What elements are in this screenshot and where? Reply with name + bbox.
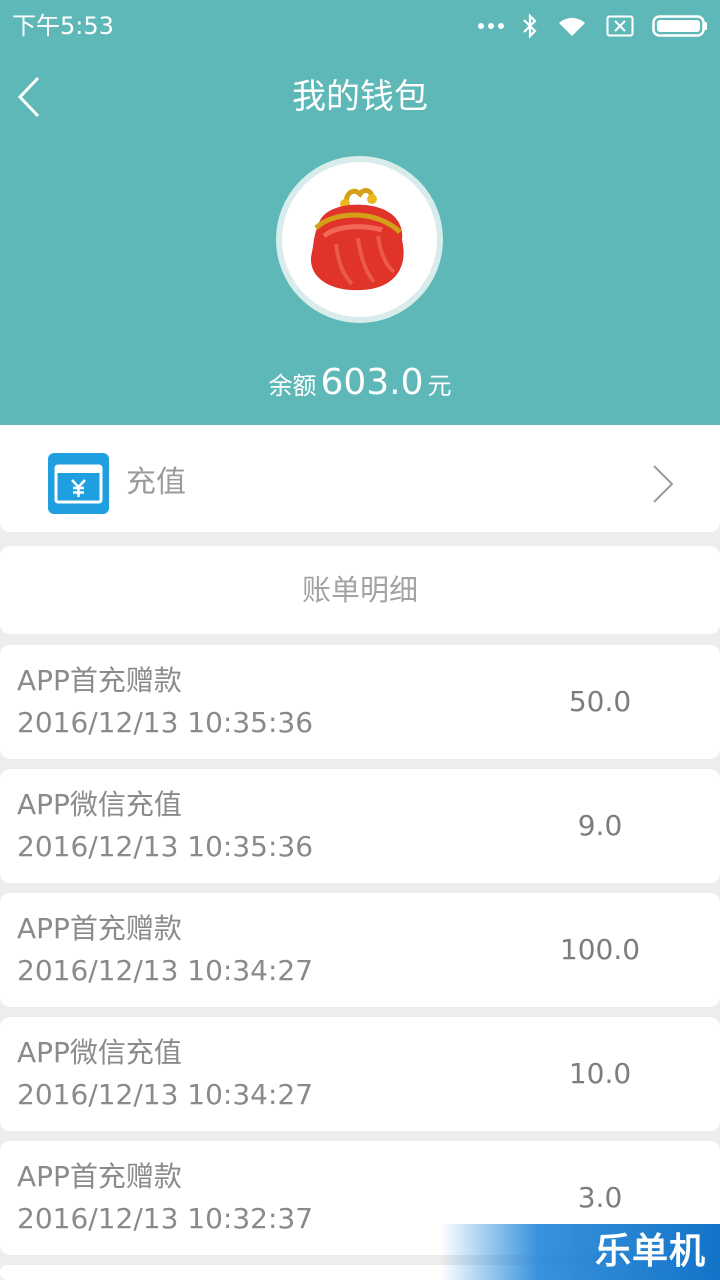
record-time: 2016/12/13 10:34:27 bbox=[17, 1078, 314, 1111]
chevron-right-icon bbox=[653, 465, 674, 503]
balance-amount: 603.0 bbox=[320, 362, 424, 403]
bill-record[interactable]: APP微信充值 2016/12/13 10:34:27 10.0 bbox=[0, 1017, 720, 1131]
bill-record[interactable]: APP微信充值 2016/12/13 10:35:36 9.0 bbox=[0, 769, 720, 883]
record-amount: 3.0 bbox=[577, 1181, 623, 1214]
battery-icon bbox=[652, 15, 707, 37]
bill-record[interactable]: APP首充赠款 2016/12/13 10:34:27 100.0 bbox=[0, 893, 720, 1007]
balance-display: 余额 603.0 元 bbox=[0, 362, 720, 403]
record-time: 2016/12/13 10:35:36 bbox=[17, 830, 314, 863]
wallet-header: 下午5:53 我的钱包 余额 603.0 元 bbox=[0, 0, 720, 425]
record-title: APP首充赠款 bbox=[17, 664, 182, 697]
record-amount: 10.0 bbox=[568, 1057, 632, 1090]
record-time: 2016/12/13 10:34:27 bbox=[17, 954, 314, 987]
status-time: 下午5:53 bbox=[12, 12, 114, 40]
record-title: APP微信充值 bbox=[17, 788, 182, 821]
record-title: APP首充赠款 bbox=[17, 1160, 182, 1193]
wifi-icon bbox=[559, 17, 585, 36]
status-bar: 下午5:53 bbox=[0, 0, 720, 52]
more-dots-icon bbox=[478, 23, 504, 29]
bill-record[interactable]: APP首充赠款 2016/12/13 10:35:36 50.0 bbox=[0, 645, 720, 759]
record-amount: 50.0 bbox=[568, 685, 632, 718]
recharge-label: 充值 bbox=[126, 465, 186, 500]
red-purse-icon bbox=[310, 188, 404, 291]
watermark-logo: 乐单机 bbox=[440, 1224, 720, 1280]
bluetooth-icon bbox=[523, 13, 537, 39]
yuan-card-icon bbox=[48, 453, 109, 514]
status-icons bbox=[478, 10, 708, 42]
balance-unit: 元 bbox=[427, 372, 452, 400]
wallet-avatar bbox=[276, 156, 443, 323]
record-amount: 9.0 bbox=[577, 809, 623, 842]
watermark-text: 乐单机 bbox=[594, 1231, 706, 1272]
balance-label: 余额 bbox=[268, 372, 317, 400]
page-title: 我的钱包 bbox=[292, 77, 428, 117]
record-amount: 100.0 bbox=[559, 933, 641, 966]
record-title: APP微信充值 bbox=[17, 1036, 182, 1069]
sim-off-icon bbox=[606, 15, 634, 37]
record-title: APP首充赠款 bbox=[17, 912, 182, 945]
record-time: 2016/12/13 10:32:37 bbox=[17, 1202, 314, 1235]
bill-details-header: 账单明细 bbox=[0, 546, 720, 634]
record-time: 2016/12/13 10:35:36 bbox=[17, 706, 314, 739]
recharge-row[interactable]: 充值 bbox=[0, 425, 720, 532]
